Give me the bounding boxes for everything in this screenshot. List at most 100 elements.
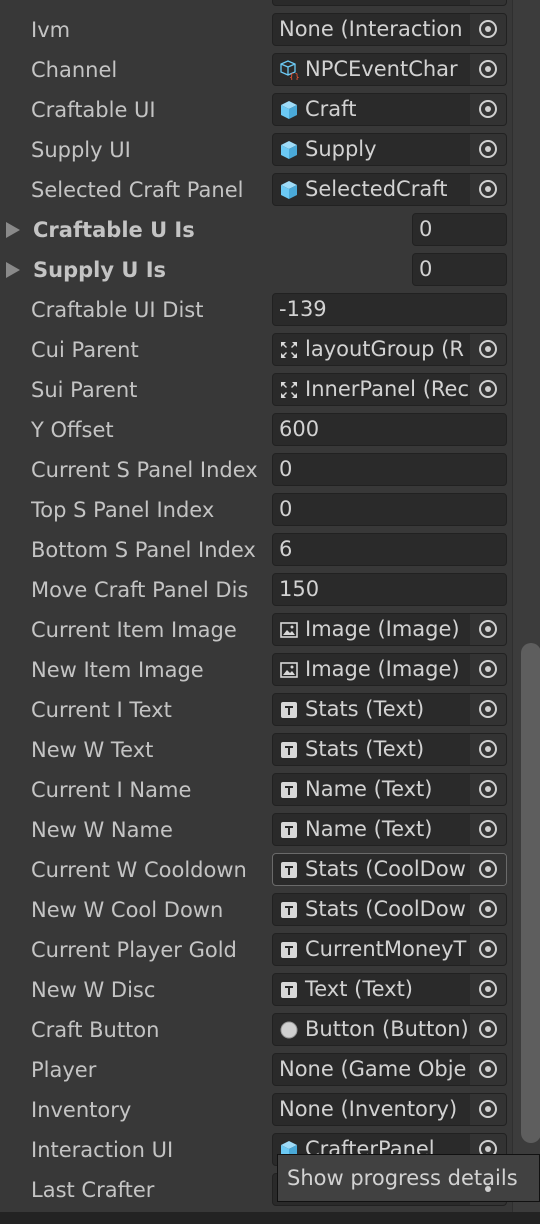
value-field[interactable]: 0 (272, 493, 507, 526)
field-row-ivm: Ivm None (Interaction (0, 10, 512, 50)
object-field[interactable]: Stats (CoolDow (272, 893, 507, 926)
field-row-current-player-gold: Current Player Gold CurrentMoneyT (0, 930, 512, 970)
field-row-cui-parent: Cui Parent layoutGroup (R (0, 330, 512, 370)
object-picker-icon[interactable] (470, 774, 506, 805)
object-picker-icon[interactable] (470, 694, 506, 725)
object-picker-icon[interactable] (470, 1014, 506, 1045)
button-icon (279, 1020, 299, 1040)
object-picker-icon[interactable] (470, 614, 506, 645)
object-picker-icon[interactable] (470, 654, 506, 685)
field-label: Craftable UI Dist (31, 298, 204, 322)
value-field[interactable]: -139 (272, 293, 507, 326)
object-picker-icon[interactable] (470, 54, 506, 85)
field-label: Current S Panel Index (31, 458, 258, 482)
field-value: 600 (279, 417, 320, 441)
object-picker-icon[interactable] (470, 174, 506, 205)
field-row-new-w-disc: New W Disc Text (Text) (0, 970, 512, 1010)
prefab-cube-icon (279, 180, 299, 200)
field-value: Name (Text) (305, 777, 433, 801)
field-row-current-w-cooldown: Current W Cooldown Stats (CoolDow (0, 850, 512, 890)
object-picker-icon[interactable] (470, 94, 506, 125)
object-field[interactable]: layoutGroup (R (272, 333, 507, 366)
object-picker-icon[interactable] (470, 894, 506, 925)
field-label: Craft Button (31, 1018, 160, 1042)
object-picker-icon[interactable] (470, 334, 506, 365)
field-value: 6 (279, 537, 293, 561)
field-label: Craftable U Is (33, 218, 195, 242)
field-row-new-w-name: New W Name Name (Text) (0, 810, 512, 850)
object-picker-icon[interactable] (470, 14, 506, 45)
field-value: 0 (279, 457, 293, 481)
field-label: Current Player Gold (31, 938, 237, 962)
object-field[interactable]: Text (Text) (272, 973, 507, 1006)
object-field[interactable]: Name (Text) (272, 813, 507, 846)
field-label: New W Cool Down (31, 898, 224, 922)
object-picker-icon[interactable] (470, 0, 506, 5)
field-value: 0 (279, 497, 293, 521)
foldout-arrow-icon[interactable] (6, 262, 20, 278)
field-value: Name (Text) (305, 817, 433, 841)
field-value: Image (Image) (305, 617, 460, 641)
field-row-selected-craft-panel: Selected Craft Panel SelectedCraft (0, 170, 512, 210)
object-field[interactable]: SelectedCraft (272, 173, 507, 206)
field-value: layoutGroup (R (305, 337, 464, 361)
object-picker-icon[interactable] (470, 814, 506, 845)
object-picker-icon[interactable] (470, 974, 506, 1005)
object-field[interactable]: {} NPCEventChar (272, 53, 507, 86)
object-field[interactable]: None (Game Obje (272, 1053, 507, 1086)
field-row-craftable-u-is: Craftable U Is 0 (0, 210, 512, 250)
field-label: Current I Name (31, 778, 192, 802)
field-label: Player (31, 1058, 97, 1082)
field-label: Ivm (31, 18, 71, 42)
object-field[interactable]: None (Inventory) (272, 1093, 507, 1126)
object-field[interactable]: Supply (272, 133, 507, 166)
text-icon (279, 980, 299, 1000)
image-icon (279, 620, 299, 640)
object-picker-icon[interactable] (470, 854, 506, 885)
text-icon (279, 820, 299, 840)
field-value: Stats (CoolDow (305, 897, 466, 921)
field-value: Text (Text) (305, 977, 414, 1001)
text-icon (279, 900, 299, 920)
scriptable-object-icon: {} (279, 60, 300, 83)
object-field[interactable]: Name (Text) (272, 773, 507, 806)
object-field[interactable]: Image (Image) (272, 653, 507, 686)
field-label: Supply U Is (33, 258, 167, 282)
object-field[interactable]: Button (Button) (272, 1013, 507, 1046)
text-icon (279, 940, 299, 960)
object-picker-icon[interactable] (470, 734, 506, 765)
object-field[interactable]: Image (Image) (272, 613, 507, 646)
object-field[interactable]: None (Interaction (272, 13, 507, 46)
scrollbar-thumb[interactable] (521, 643, 540, 1143)
object-field[interactable]: CurrentMoneyT (272, 933, 507, 966)
object-picker-icon[interactable] (470, 374, 506, 405)
object-field[interactable]: Stats (Text) (272, 733, 507, 766)
foldout-arrow-icon[interactable] (6, 222, 20, 238)
object-picker-icon[interactable] (470, 134, 506, 165)
field-value: Craft (305, 97, 357, 121)
value-field[interactable]: 0 (412, 213, 507, 246)
object-field[interactable]: Craft (272, 93, 507, 126)
value-field[interactable]: 6 (272, 533, 507, 566)
object-picker-icon[interactable] (470, 934, 506, 965)
field-row-inventory: Inventory None (Inventory) (0, 1090, 512, 1130)
text-icon (279, 780, 299, 800)
scrollbar[interactable] (512, 0, 540, 1212)
value-field[interactable]: 0 (412, 253, 507, 286)
object-field[interactable]: Stats (CoolDow (272, 853, 507, 886)
inspector-fields: Ivm None (Interaction Channel {} NPCEventCha… (0, 0, 512, 1210)
prefab-cube-icon (279, 100, 299, 120)
field-row-y-offset: Y Offset 600 (0, 410, 512, 450)
value-field[interactable]: 150 (272, 573, 507, 606)
field-value: Image (Image) (305, 657, 460, 681)
object-field[interactable]: InnerPanel (Rec (272, 373, 507, 406)
object-field[interactable] (272, 0, 507, 6)
field-value: 150 (279, 577, 320, 601)
field-row-new-w-text: New W Text Stats (Text) (0, 730, 512, 770)
field-label: Selected Craft Panel (31, 178, 244, 202)
object-picker-icon[interactable] (470, 1094, 506, 1125)
value-field[interactable]: 600 (272, 413, 507, 446)
value-field[interactable]: 0 (272, 453, 507, 486)
object-picker-icon[interactable] (470, 1054, 506, 1085)
object-field[interactable]: Stats (Text) (272, 693, 507, 726)
